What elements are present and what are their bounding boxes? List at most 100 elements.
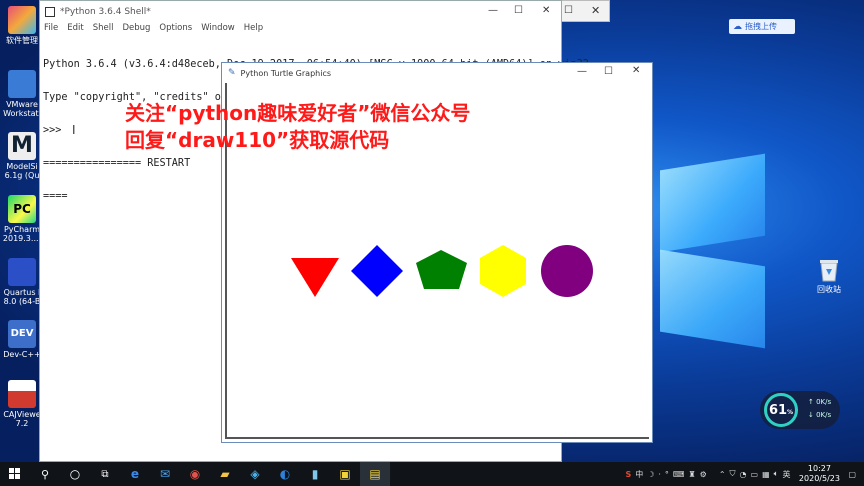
- python-icon: ▤: [369, 467, 381, 481]
- quartus-icon: [8, 258, 36, 286]
- app-button[interactable]: ◐: [270, 462, 300, 486]
- system-tray: S 中 ☽ · ° ⌨ ♜ ⚙ ⌃ ⛉ ◔ ▭ ▦ 🔈︎ 英 10:27 202…: [625, 462, 856, 486]
- cloud-icon: ☁: [733, 21, 742, 32]
- menu-help[interactable]: Help: [244, 23, 263, 35]
- circle-shape: [541, 245, 593, 297]
- triangle-shape: [291, 258, 339, 297]
- chevron-up-icon[interactable]: ⌃: [719, 470, 726, 479]
- devcpp-icon: DEV: [8, 320, 36, 348]
- app-button[interactable]: ▮: [300, 462, 330, 486]
- close-button[interactable]: ✕: [542, 5, 550, 16]
- desktop-icon-software-manager[interactable]: 软件管理: [2, 6, 42, 45]
- close-icon: ✕: [591, 4, 601, 17]
- cajviewer-icon: [8, 380, 36, 408]
- network-speed-widget[interactable]: 61% ↑ 0K/s ↓ 0K/s: [760, 391, 840, 429]
- task-view-button[interactable]: ⧉: [90, 462, 120, 486]
- turtle-title: Python Turtle Graphics: [240, 68, 332, 78]
- drag-upload-button[interactable]: ☁ 拖拽上传: [729, 19, 795, 34]
- app-icon: ▣: [339, 467, 351, 481]
- python-idle-icon: [45, 7, 55, 17]
- shield-icon[interactable]: ⛉: [730, 469, 736, 479]
- volume-icon[interactable]: 🔈︎: [774, 469, 779, 479]
- desktop-icon-vmware[interactable]: VMware Workstati: [2, 70, 42, 118]
- overlay-line-1: 关注“python趣味爱好者”微信公众号: [125, 101, 471, 125]
- cortana-icon: ○: [69, 467, 81, 481]
- moon-icon[interactable]: ☽: [647, 470, 654, 479]
- menu-debug[interactable]: Debug: [122, 23, 150, 35]
- cortana-button[interactable]: ○: [60, 462, 90, 486]
- hexagon-shape: [480, 245, 526, 297]
- app-icon: ◐: [279, 467, 291, 481]
- minimize-button[interactable]: —: [488, 5, 498, 16]
- notification-icon[interactable]: ▢: [848, 470, 856, 479]
- start-icon: [9, 468, 20, 479]
- shell-menubar: File Edit Shell Debug Options Window Hel…: [40, 23, 561, 35]
- minimize-button[interactable]: —: [577, 66, 587, 77]
- upload-speed: ↑ 0K/s: [808, 398, 832, 406]
- task-view-icon: ⧉: [101, 468, 109, 480]
- desktop-icon-cajviewer[interactable]: CAJViewe 7.2: [2, 380, 42, 428]
- battery-icon[interactable]: ▭: [751, 470, 759, 479]
- recycle-bin-icon: [820, 260, 838, 282]
- mail-icon: ✉: [159, 467, 171, 481]
- menu-window[interactable]: Window: [201, 23, 235, 35]
- folder-icon: ▰: [220, 467, 230, 481]
- menu-options[interactable]: Options: [159, 23, 192, 35]
- app-button[interactable]: ◈: [240, 462, 270, 486]
- desktop-icon-quartus[interactable]: Quartus I 8.0 (64-B: [2, 258, 42, 306]
- search-button[interactable]: ⚲: [30, 462, 60, 486]
- ime-indicator[interactable]: 中: [635, 469, 643, 480]
- feather-icon: ✎: [228, 68, 236, 78]
- speed-gauge: 61%: [764, 393, 798, 427]
- desktop-icon-modelsim[interactable]: M ModelSi 6.1g (Qu: [2, 132, 42, 180]
- turtle-titlebar[interactable]: ✎ Python Turtle Graphics — ☐ ✕: [222, 63, 652, 83]
- keyboard-icon[interactable]: ⌨: [673, 470, 685, 479]
- dot-icon[interactable]: ·: [658, 470, 661, 479]
- menu-file[interactable]: File: [44, 23, 58, 35]
- vmware-icon: [8, 70, 36, 98]
- explorer-button[interactable]: ▰: [210, 462, 240, 486]
- security-icon[interactable]: ◔: [740, 470, 747, 479]
- mail-button[interactable]: ✉: [150, 462, 180, 486]
- modelsim-icon: M: [8, 132, 36, 160]
- maximize-icon: ☐: [564, 5, 573, 16]
- app-icon: ◉: [189, 467, 201, 481]
- network-icon[interactable]: ▦: [762, 470, 770, 479]
- pycharm-icon: PC: [8, 195, 36, 223]
- menu-edit[interactable]: Edit: [67, 23, 83, 35]
- app-button[interactable]: ▣: [330, 462, 360, 486]
- background-window: ☐ ✕: [560, 0, 610, 22]
- start-button[interactable]: [0, 462, 30, 486]
- app-button[interactable]: ◉: [180, 462, 210, 486]
- app-icon: ◈: [250, 467, 260, 481]
- ime-icon[interactable]: 英: [782, 469, 790, 480]
- desktop-icon-devcpp[interactable]: DEV Dev-C++: [2, 320, 42, 359]
- settings-icon[interactable]: ⚙: [700, 470, 707, 479]
- close-button[interactable]: ✕: [632, 65, 640, 76]
- shell-titlebar[interactable]: *Python 3.6.4 Shell* — ☐ ✕: [40, 1, 561, 23]
- diamond-shape: [351, 245, 403, 297]
- taskbar: ⚲ ○ ⧉ e ✉ ◉ ▰ ◈ ◐ ▮ ▣ ▤ S 中 ☽ · ° ⌨ ♜ ⚙ …: [0, 462, 864, 486]
- edge-icon: e: [130, 467, 140, 481]
- download-speed: ↓ 0K/s: [808, 411, 832, 419]
- pentagon-shape: [416, 250, 467, 289]
- search-icon: ⚲: [40, 467, 50, 481]
- punctuation-icon[interactable]: °: [665, 470, 669, 479]
- windows-logo: [655, 150, 765, 350]
- shirt-icon[interactable]: ♜: [688, 470, 695, 479]
- overlay-line-2: 回复“draw110”获取源代码: [125, 128, 390, 152]
- text-cursor-icon: I: [72, 123, 76, 137]
- maximize-button[interactable]: ☐: [604, 66, 613, 77]
- shell-title: *Python 3.6.4 Shell*: [60, 7, 151, 17]
- overlay-caption: 关注“python趣味爱好者”微信公众号 回复“draw110”获取源代码: [125, 100, 470, 154]
- python-idle-button[interactable]: ▤: [360, 462, 390, 486]
- menu-shell[interactable]: Shell: [93, 23, 114, 35]
- desktop-icon-pycharm[interactable]: PC PyCharm 2019.3....: [2, 195, 42, 243]
- app-icon: ▮: [311, 467, 319, 481]
- software-manager-icon: [8, 6, 36, 34]
- edge-button[interactable]: e: [120, 462, 150, 486]
- maximize-button[interactable]: ☐: [514, 5, 523, 16]
- recycle-bin[interactable]: 回收站: [812, 258, 846, 295]
- sogou-icon[interactable]: S: [625, 470, 631, 479]
- clock[interactable]: 10:27 2020/5/23: [794, 464, 844, 484]
